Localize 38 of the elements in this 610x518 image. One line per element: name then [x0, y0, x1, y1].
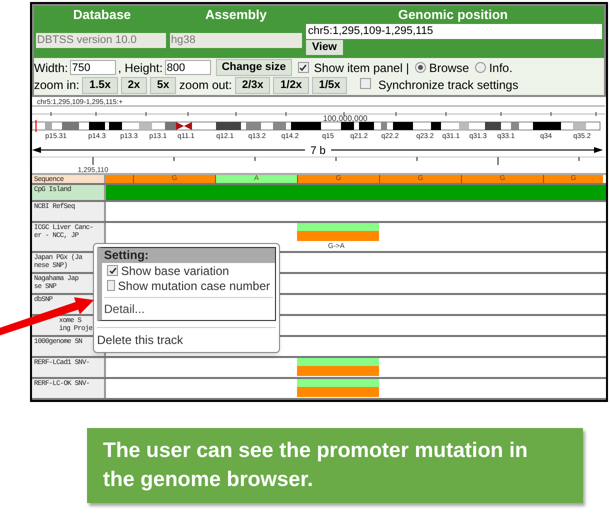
- check-icon: [108, 266, 116, 274]
- position-field[interactable]: chr5:1,295,109-1,295,115: [306, 24, 602, 39]
- zoom-in-label: zoom in:: [34, 77, 80, 93]
- radio-button[interactable]: [475, 62, 486, 73]
- checkbox[interactable]: [298, 62, 309, 73]
- radio-button[interactable]: [415, 62, 426, 73]
- height-label: , Height:: [118, 60, 163, 76]
- zoom-button[interactable]: 2/3x: [234, 76, 270, 94]
- column-heading: Genomic position: [397, 6, 509, 24]
- zoom-button[interactable]: 5x: [150, 76, 176, 94]
- height-field[interactable]: 800: [164, 60, 211, 75]
- database-field[interactable]: DBTSS version 10.0: [36, 33, 166, 48]
- radio-label: Info.: [489, 60, 512, 76]
- checkbox-label: Synchronize track settings: [378, 77, 518, 93]
- zoom-button[interactable]: 1/2x: [273, 76, 309, 94]
- assembly-field[interactable]: hg38: [170, 33, 302, 48]
- checkbox[interactable]: [107, 280, 115, 291]
- column-heading: Database: [72, 6, 132, 24]
- change-size-button[interactable]: Change size: [216, 59, 292, 76]
- width-label: Width:: [34, 60, 68, 76]
- zoom-out-label: zoom out:: [179, 77, 232, 93]
- checkbox-label: Show item panel |: [314, 60, 410, 76]
- zoom-button[interactable]: 1.5x: [82, 76, 118, 94]
- zoom-button[interactable]: 1/5x: [312, 76, 348, 94]
- zoom-button[interactable]: 2x: [120, 76, 148, 94]
- check-icon: [299, 64, 308, 72]
- base-cell: [106, 175, 133, 183]
- popup-title: Setting:: [102, 248, 275, 263]
- radio-label: Browse: [429, 60, 470, 76]
- checkbox[interactable]: [360, 78, 372, 89]
- column-heading: Assembly: [204, 6, 268, 24]
- width-field[interactable]: 750: [70, 60, 116, 75]
- option-label: Show base variation: [121, 262, 230, 280]
- option-label: Show mutation case number: [118, 278, 270, 294]
- checkbox[interactable]: [107, 265, 118, 276]
- arrow-icon: [0, 296, 95, 337]
- view-button[interactable]: View: [306, 40, 343, 55]
- caption-text: The user can see the promoter mutation in the genome browser.: [103, 438, 529, 493]
